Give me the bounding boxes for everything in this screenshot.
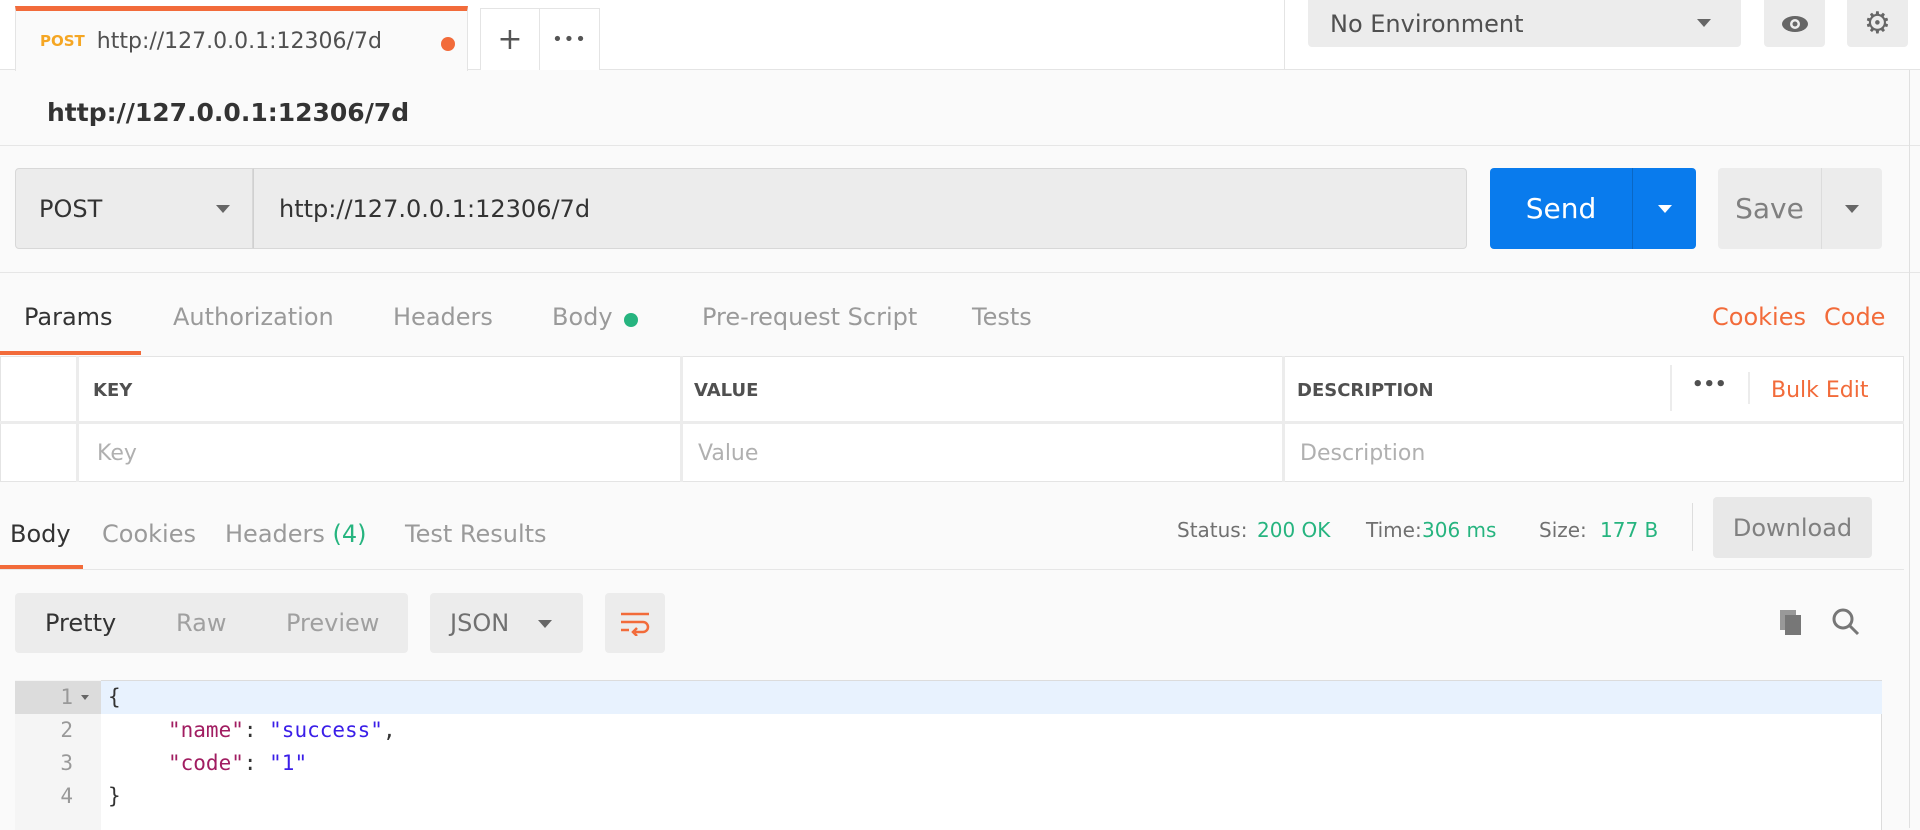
json-value: "1" bbox=[269, 751, 308, 775]
divider bbox=[0, 421, 1904, 424]
environment-quick-look-button[interactable] bbox=[1764, 0, 1825, 47]
wrap-icon bbox=[621, 612, 650, 636]
fold-arrow-icon[interactable] bbox=[81, 695, 89, 700]
response-tab-body[interactable]: Body bbox=[10, 520, 71, 548]
search-icon bbox=[1832, 608, 1860, 636]
download-button[interactable]: Download bbox=[1713, 497, 1872, 558]
line-number: 4 bbox=[60, 784, 73, 808]
chevron-down-icon bbox=[216, 205, 230, 213]
tab-params[interactable]: Params bbox=[24, 303, 113, 331]
tab-method: POST bbox=[40, 32, 85, 50]
size-value: 177 B bbox=[1600, 518, 1659, 542]
format-label: JSON bbox=[450, 609, 510, 637]
chevron-down-icon bbox=[1845, 205, 1859, 213]
time-value: 306 ms bbox=[1422, 518, 1497, 542]
tab-tests[interactable]: Tests bbox=[972, 303, 1032, 331]
json-value: "success" bbox=[269, 718, 383, 742]
request-tab[interactable]: POST http://127.0.0.1:12306/7d bbox=[15, 6, 468, 71]
format-select[interactable]: JSON bbox=[430, 593, 583, 653]
request-title: http://127.0.0.1:12306/7d bbox=[47, 98, 410, 127]
divider bbox=[1284, 0, 1285, 70]
chevron-down-icon bbox=[1658, 205, 1672, 213]
save-options-button[interactable] bbox=[1821, 168, 1882, 249]
code-line: 2 "name": "success", bbox=[15, 714, 1882, 747]
send-options-button[interactable] bbox=[1632, 168, 1696, 249]
table-options-button[interactable]: ••• bbox=[1692, 374, 1727, 395]
chevron-down-icon bbox=[538, 620, 552, 628]
tab-headers[interactable]: Headers bbox=[393, 303, 493, 331]
code-text: } bbox=[108, 784, 121, 808]
tab-body[interactable]: Body bbox=[552, 303, 613, 331]
code-line: 3 "code": "1" bbox=[15, 747, 1882, 780]
new-tab-button[interactable]: + bbox=[480, 8, 540, 70]
save-button[interactable]: Save bbox=[1718, 168, 1821, 249]
headers-count: (4) bbox=[332, 520, 367, 548]
time-label: Time: bbox=[1366, 518, 1422, 542]
method-label: POST bbox=[39, 194, 103, 223]
bulk-edit-link[interactable]: Bulk Edit bbox=[1771, 378, 1869, 403]
description-input[interactable]: Description bbox=[1300, 441, 1425, 466]
body-indicator-dot-icon bbox=[624, 313, 638, 327]
divider bbox=[680, 356, 683, 482]
code-line: 1 { bbox=[15, 681, 1882, 714]
more-tabs-button[interactable]: ••• bbox=[539, 8, 600, 70]
send-button[interactable]: Send bbox=[1490, 168, 1632, 249]
params-table bbox=[0, 356, 1904, 482]
wrap-lines-button[interactable] bbox=[605, 593, 665, 653]
settings-button[interactable]: ⚙ bbox=[1847, 0, 1908, 47]
active-tab-indicator bbox=[0, 351, 141, 355]
column-header-key: KEY bbox=[93, 380, 133, 401]
response-tab-test-results[interactable]: Test Results bbox=[405, 520, 547, 548]
copy-button[interactable] bbox=[1777, 607, 1807, 641]
code-line: 4 } bbox=[15, 780, 1882, 813]
response-tab-headers[interactable]: Headers (4) bbox=[225, 520, 367, 548]
divider bbox=[1670, 365, 1672, 411]
tab-authorization[interactable]: Authorization bbox=[173, 303, 334, 331]
status-value: 200 OK bbox=[1257, 518, 1331, 542]
url-input[interactable]: http://127.0.0.1:12306/7d bbox=[253, 168, 1467, 249]
tab-pre-request-script[interactable]: Pre-request Script bbox=[702, 303, 917, 331]
divider bbox=[1692, 503, 1693, 551]
divider bbox=[0, 145, 1920, 146]
value-input[interactable]: Value bbox=[698, 441, 758, 466]
divider bbox=[1282, 356, 1285, 482]
json-key: "code" bbox=[168, 751, 244, 775]
divider bbox=[0, 569, 1904, 570]
json-key: "name" bbox=[168, 718, 244, 742]
response-tab-cookies[interactable]: Cookies bbox=[102, 520, 196, 548]
chevron-down-icon bbox=[1697, 19, 1711, 27]
unsaved-dot-icon bbox=[441, 37, 455, 51]
column-header-value: VALUE bbox=[694, 380, 759, 401]
eye-icon bbox=[1781, 15, 1808, 32]
raw-button[interactable]: Raw bbox=[176, 593, 226, 653]
scrollbar-track[interactable] bbox=[1909, 70, 1910, 828]
cookies-link[interactable]: Cookies bbox=[1712, 303, 1806, 331]
pretty-button[interactable]: Pretty bbox=[45, 593, 116, 653]
method-select[interactable]: POST bbox=[15, 168, 253, 249]
copy-icon bbox=[1780, 610, 1801, 635]
line-number: 2 bbox=[60, 718, 73, 742]
search-button[interactable] bbox=[1831, 607, 1861, 641]
environment-label: No Environment bbox=[1330, 9, 1524, 38]
column-header-description: DESCRIPTION bbox=[1297, 380, 1434, 401]
key-input[interactable]: Key bbox=[97, 441, 137, 466]
environment-select[interactable]: No Environment bbox=[1308, 0, 1741, 47]
gear-icon: ⚙ bbox=[1864, 6, 1891, 41]
status-label: Status: bbox=[1177, 518, 1248, 542]
headers-label: Headers bbox=[225, 520, 325, 548]
line-number: 3 bbox=[60, 751, 73, 775]
tab-url: http://127.0.0.1:12306/7d bbox=[96, 28, 382, 54]
divider bbox=[0, 272, 1920, 273]
divider bbox=[76, 356, 79, 482]
code-link[interactable]: Code bbox=[1824, 303, 1885, 331]
preview-button[interactable]: Preview bbox=[286, 593, 379, 653]
code-text: { bbox=[108, 685, 121, 709]
code-punct: , bbox=[382, 718, 396, 742]
size-label: Size: bbox=[1539, 518, 1587, 542]
divider bbox=[1748, 372, 1750, 404]
